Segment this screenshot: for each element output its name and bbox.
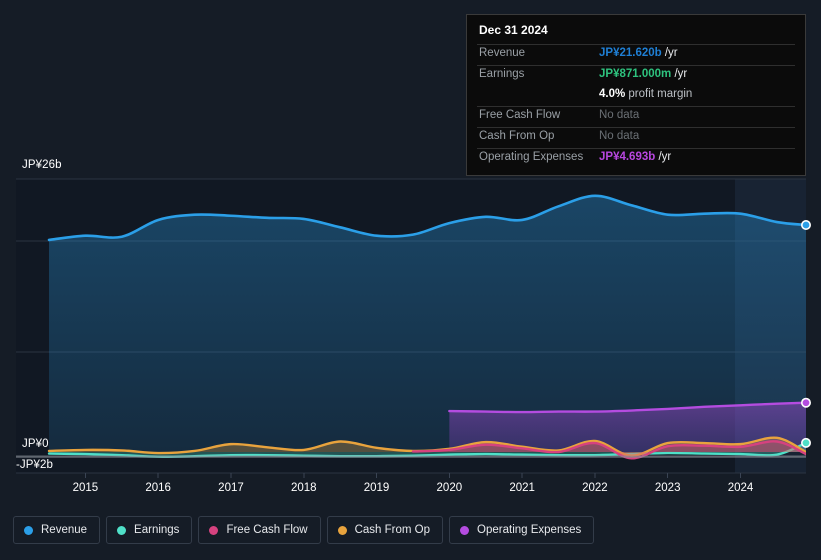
legend-label: Free Cash Flow bbox=[226, 524, 308, 536]
tooltip-row-value: JP¥4.693b /yr bbox=[599, 151, 672, 163]
tooltip-row: Earnings JP¥871.000m /yr bbox=[477, 65, 795, 86]
tooltip-row-label: Revenue bbox=[479, 47, 526, 59]
legend-label: Revenue bbox=[41, 524, 88, 536]
tooltip-row-value: JP¥21.620b /yr bbox=[599, 47, 678, 59]
x-axis-label-2020: 2020 bbox=[436, 482, 463, 494]
y-axis-label-max: JP¥26b bbox=[22, 159, 62, 171]
x-axis-label-2021: 2021 bbox=[509, 482, 535, 494]
tooltip-row: Free Cash Flow No data bbox=[477, 106, 795, 127]
tooltip-row: 4.0% profit margin bbox=[477, 86, 795, 106]
tooltip-row-label: Free Cash Flow bbox=[479, 109, 561, 121]
tooltip-row-value: No data bbox=[599, 130, 640, 142]
tooltip-date: Dec 31 2024 bbox=[479, 23, 548, 37]
chart-tooltip: Dec 31 2024 Revenue JP¥21.620b /yr Earning… bbox=[466, 14, 806, 176]
x-axis-ticks bbox=[84, 473, 741, 478]
x-axis-label-2023: 2023 bbox=[654, 482, 681, 494]
x-axis-label-2024: 2024 bbox=[727, 482, 754, 494]
legend-label: Operating Expenses bbox=[477, 524, 582, 536]
legend-item-earnings[interactable]: Earnings bbox=[106, 516, 193, 544]
legend-color-dot bbox=[24, 525, 33, 535]
tooltip-row-value: JP¥871.000m /yr bbox=[599, 68, 688, 80]
legend-color-dot bbox=[117, 525, 127, 535]
tooltip-row: Operating Expenses JP¥4.693b /yr bbox=[477, 148, 795, 169]
endpoint-marker-operating-expenses bbox=[800, 397, 811, 408]
y-axis-label-min: -JP¥2b bbox=[16, 459, 54, 471]
tooltip-row-label: Operating Expenses bbox=[479, 151, 584, 163]
legend-color-dot bbox=[337, 525, 347, 535]
tooltip-row: Cash From Op No data bbox=[477, 127, 795, 148]
legend-item-cash-from-op[interactable]: Cash From Op bbox=[326, 516, 444, 544]
x-axis-label-2022: 2022 bbox=[582, 482, 608, 494]
legend-color-dot bbox=[460, 525, 470, 535]
chart-legend[interactable]: Revenue Earnings Free Cash Flow Cash From O… bbox=[13, 516, 595, 544]
series-layer bbox=[47, 194, 806, 460]
x-axis-label-2017: 2017 bbox=[218, 482, 244, 494]
legend-item-revenue[interactable]: Revenue bbox=[13, 516, 101, 544]
x-axis-label-2016: 2016 bbox=[145, 482, 171, 494]
y-axis-label-zero: JP¥0 bbox=[22, 438, 49, 450]
legend-label: Cash From Op bbox=[354, 524, 431, 536]
tooltip-row: Revenue JP¥21.620b /yr bbox=[477, 44, 795, 65]
tooltip-row-value: No data bbox=[599, 109, 640, 121]
x-axis-label-2018: 2018 bbox=[290, 482, 317, 494]
x-axis-labels: 2015 2016 2017 2018 2019 2020 2021 2022 2023 2024 bbox=[0, 482, 821, 502]
legend-item-operating-expenses[interactable]: Operating Expenses bbox=[449, 516, 595, 544]
legend-label: Earnings bbox=[134, 524, 180, 536]
endpoint-marker-earnings bbox=[800, 437, 811, 448]
endpoint-marker-revenue bbox=[800, 219, 811, 230]
legend-item-free-cash-flow[interactable]: Free Cash Flow bbox=[198, 516, 321, 544]
x-axis-label-2015: 2015 bbox=[72, 482, 99, 494]
tooltip-row-label: Cash From Op bbox=[479, 130, 555, 142]
legend-color-dot bbox=[209, 525, 219, 535]
tooltip-row-value: 4.0% profit margin bbox=[599, 88, 693, 100]
x-axis-label-2019: 2019 bbox=[363, 482, 390, 494]
tooltip-rows: Revenue JP¥21.620b /yr Earnings JP¥871.000m… bbox=[477, 44, 795, 169]
tooltip-row-label: Earnings bbox=[479, 68, 525, 80]
